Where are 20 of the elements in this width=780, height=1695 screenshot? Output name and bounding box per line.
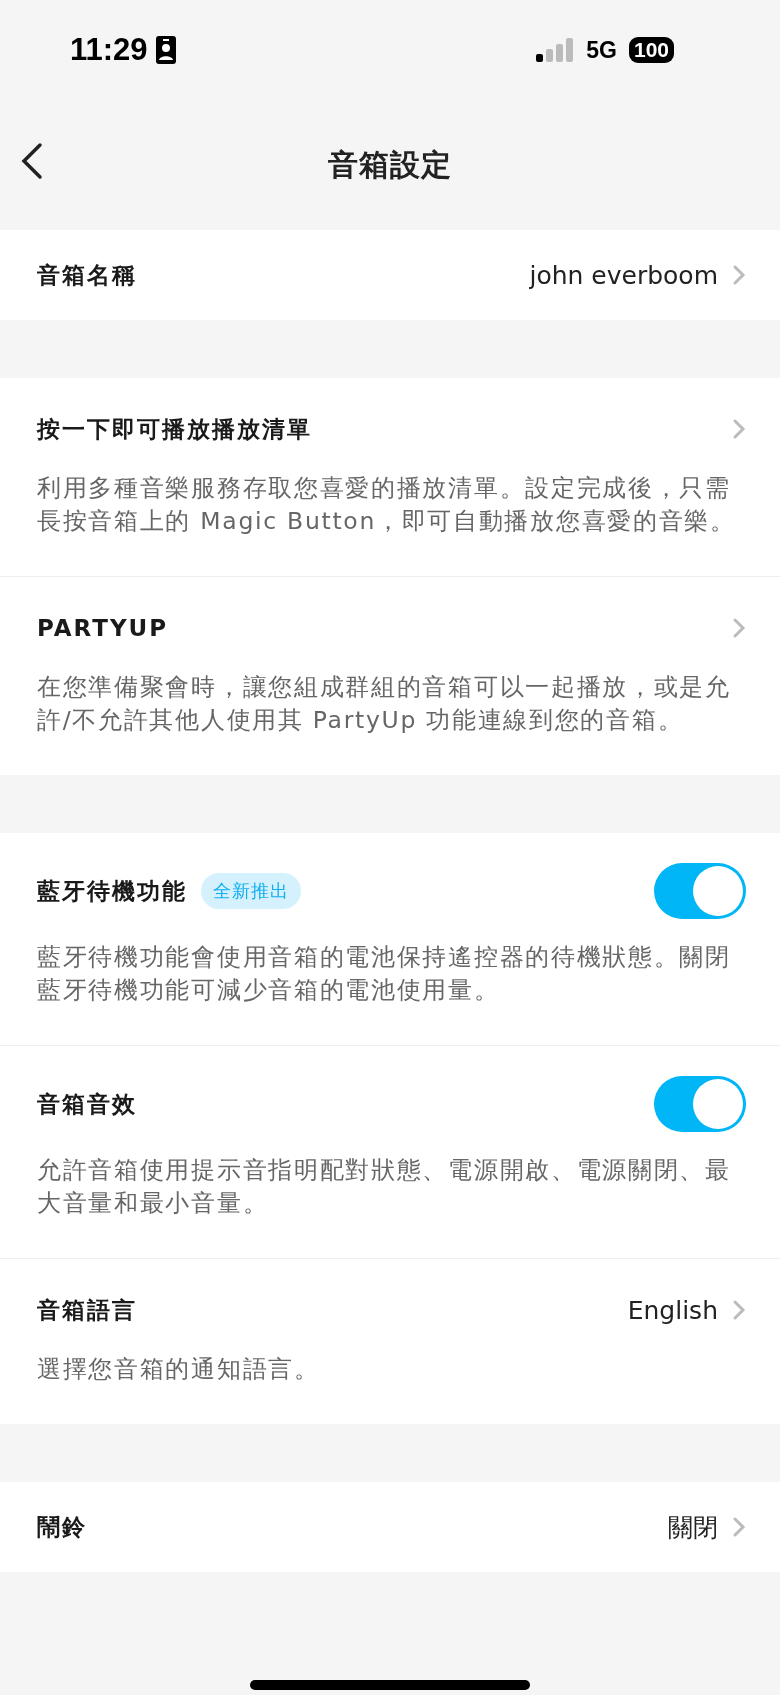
battery-indicator: 100 (628, 37, 674, 63)
setting-title: 鬧鈴 (37, 1512, 87, 1542)
setting-title: 藍牙待機功能 (37, 876, 187, 906)
network-label: 5G (586, 36, 617, 64)
setting-value: john everboom (529, 260, 718, 290)
setting-title: 音箱名稱 (37, 260, 137, 290)
setting-description: 利用多種音樂服務存取您喜愛的播放清單。設定完成後，只需長按音箱上的 Magic Button，即可自動播放您喜愛的音樂。 (37, 473, 737, 537)
setting-value: 關閉 (668, 1511, 718, 1544)
setting-value: English (627, 1295, 718, 1325)
page-title: 音箱設定 (328, 145, 452, 184)
setting-title: 音箱音效 (37, 1089, 137, 1119)
setting-description: 藍牙待機功能會使用音箱的電池保持遙控器的待機狀態。關閉藍牙待機功能可減少音箱的電池使用量。 (37, 942, 732, 1006)
setting-description: 選擇您音箱的通知語言。 (37, 1354, 321, 1385)
new-badge: 全新推出 (201, 873, 301, 909)
status-time: 11:29 (70, 32, 148, 68)
setting-title: 音箱語言 (37, 1295, 137, 1325)
setting-title: PARTYUP (37, 615, 169, 641)
setting-description: 在您準備聚會時，讓您組成群組的音箱可以一起播放，或是允許/不允許其他人使用其 PartyUp 功能連線到您的音箱。 (37, 672, 732, 736)
setting-description: 允許音箱使用提示音指明配對狀態、電源開啟、電源關閉、最大音量和最小音量。 (37, 1155, 732, 1219)
setting-title: 按一下即可播放播放清單 (37, 414, 312, 444)
